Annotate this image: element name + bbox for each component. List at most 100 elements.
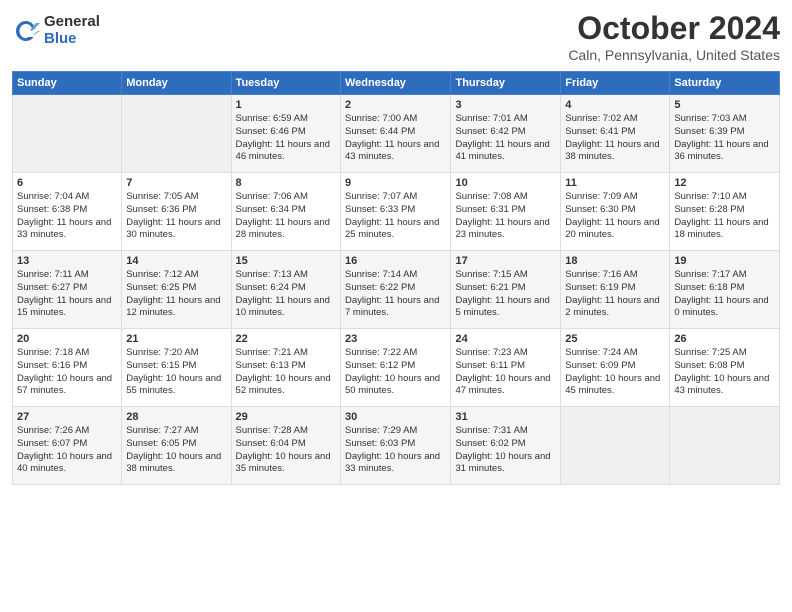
table-row: 5 Sunrise: 7:03 AM Sunset: 6:39 PM Daylig… bbox=[670, 95, 780, 173]
day-number: 13 bbox=[17, 255, 117, 267]
day-info: Sunrise: 7:27 AM Sunset: 6:05 PM Dayligh… bbox=[126, 425, 226, 476]
day-number: 8 bbox=[236, 177, 336, 189]
table-row bbox=[122, 95, 231, 173]
col-tuesday: Tuesday bbox=[231, 72, 340, 95]
day-number: 29 bbox=[236, 411, 336, 423]
table-row: 1Sunrise: 6:59 AM Sunset: 6:46 PM Daylig… bbox=[231, 95, 340, 173]
day-info: Sunrise: 7:26 AM Sunset: 6:07 PM Dayligh… bbox=[17, 425, 117, 476]
table-row: 9Sunrise: 7:07 AM Sunset: 6:33 PM Daylig… bbox=[341, 173, 451, 251]
day-number: 23 bbox=[345, 333, 446, 345]
table-row: 2 Sunrise: 7:00 AM Sunset: 6:44 PM Daylig… bbox=[341, 95, 451, 173]
main-title: October 2024 bbox=[568, 10, 780, 47]
table-row: 18 Sunrise: 7:16 AM Sunset: 6:19 PM Dayli… bbox=[561, 251, 670, 329]
day-number: 3 bbox=[455, 99, 556, 111]
day-number: 7 bbox=[126, 177, 226, 189]
day-number: 25 bbox=[565, 333, 665, 345]
col-friday: Friday bbox=[561, 72, 670, 95]
table-row bbox=[13, 95, 122, 173]
table-row: 14 Sunrise: 7:12 AM Sunset: 6:25 PM Dayli… bbox=[122, 251, 231, 329]
table-row: 19 Sunrise: 7:17 AM Sunset: 6:18 PM Dayli… bbox=[670, 251, 780, 329]
table-row: 25 Sunrise: 7:24 AM Sunset: 6:09 PM Dayli… bbox=[561, 329, 670, 407]
table-row: 26 Sunrise: 7:25 AM Sunset: 6:08 PM Dayli… bbox=[670, 329, 780, 407]
table-row: 23 Sunrise: 7:22 AM Sunset: 6:12 PM Dayli… bbox=[341, 329, 451, 407]
table-row: 12 Sunrise: 7:10 AM Sunset: 6:28 PM Dayli… bbox=[670, 173, 780, 251]
day-info: Sunrise: 7:18 AM Sunset: 6:16 PM Dayligh… bbox=[17, 347, 117, 398]
table-row bbox=[561, 407, 670, 485]
day-info: Sunrise: 7:28 AM Sunset: 6:04 PM Dayligh… bbox=[236, 425, 336, 476]
day-info: Sunrise: 7:00 AM Sunset: 6:44 PM Dayligh… bbox=[345, 113, 446, 164]
day-info: Sunrise: 7:04 AM Sunset: 6:38 PM Dayligh… bbox=[17, 191, 117, 242]
day-info: Sunrise: 7:05 AM Sunset: 6:36 PM Dayligh… bbox=[126, 191, 226, 242]
day-number: 27 bbox=[17, 411, 117, 423]
logo-icon bbox=[12, 17, 40, 45]
day-info: Sunrise: 7:31 AM Sunset: 6:02 PM Dayligh… bbox=[455, 425, 556, 476]
day-number: 15 bbox=[236, 255, 336, 267]
day-number: 14 bbox=[126, 255, 226, 267]
day-number: 2 bbox=[345, 99, 446, 111]
day-info: Sunrise: 7:10 AM Sunset: 6:28 PM Dayligh… bbox=[674, 191, 775, 242]
day-info: Sunrise: 7:16 AM Sunset: 6:19 PM Dayligh… bbox=[565, 269, 665, 320]
day-number: 28 bbox=[126, 411, 226, 423]
calendar-table: Sunday Monday Tuesday Wednesday Thursday… bbox=[12, 71, 780, 485]
day-info: Sunrise: 7:07 AM Sunset: 6:33 PM Dayligh… bbox=[345, 191, 446, 242]
table-row: 8 Sunrise: 7:06 AM Sunset: 6:34 PM Daylig… bbox=[231, 173, 340, 251]
day-info: Sunrise: 7:29 AM Sunset: 6:03 PM Dayligh… bbox=[345, 425, 446, 476]
day-info: Sunrise: 6:59 AM Sunset: 6:46 PM Dayligh… bbox=[236, 113, 336, 164]
table-row: 29 Sunrise: 7:28 AM Sunset: 6:04 PM Dayli… bbox=[231, 407, 340, 485]
table-row bbox=[670, 407, 780, 485]
day-info: Sunrise: 7:13 AM Sunset: 6:24 PM Dayligh… bbox=[236, 269, 336, 320]
table-row: 30 Sunrise: 7:29 AM Sunset: 6:03 PM Dayli… bbox=[341, 407, 451, 485]
day-number: 31 bbox=[455, 411, 556, 423]
day-number: 10 bbox=[455, 177, 556, 189]
logo: General Blue bbox=[12, 14, 100, 47]
day-info: Sunrise: 7:11 AM Sunset: 6:27 PM Dayligh… bbox=[17, 269, 117, 320]
day-number: 30 bbox=[345, 411, 446, 423]
col-sunday: Sunday bbox=[13, 72, 122, 95]
col-thursday: Thursday bbox=[451, 72, 561, 95]
day-info: Sunrise: 7:01 AM Sunset: 6:42 PM Dayligh… bbox=[455, 113, 556, 164]
day-info: Sunrise: 7:06 AM Sunset: 6:34 PM Dayligh… bbox=[236, 191, 336, 242]
table-row: 31 Sunrise: 7:31 AM Sunset: 6:02 PM Dayli… bbox=[451, 407, 561, 485]
day-info: Sunrise: 7:22 AM Sunset: 6:12 PM Dayligh… bbox=[345, 347, 446, 398]
table-row: 27 Sunrise: 7:26 AM Sunset: 6:07 PM Dayli… bbox=[13, 407, 122, 485]
table-row: 11Sunrise: 7:09 AM Sunset: 6:30 PM Dayli… bbox=[561, 173, 670, 251]
day-info: Sunrise: 7:17 AM Sunset: 6:18 PM Dayligh… bbox=[674, 269, 775, 320]
day-number: 22 bbox=[236, 333, 336, 345]
table-row: 6 Sunrise: 7:04 AM Sunset: 6:38 PM Daylig… bbox=[13, 173, 122, 251]
table-row: 13 Sunrise: 7:11 AM Sunset: 6:27 PM Dayli… bbox=[13, 251, 122, 329]
day-info: Sunrise: 7:02 AM Sunset: 6:41 PM Dayligh… bbox=[565, 113, 665, 164]
day-info: Sunrise: 7:25 AM Sunset: 6:08 PM Dayligh… bbox=[674, 347, 775, 398]
day-number: 4 bbox=[565, 99, 665, 111]
title-area: October 2024 Caln, Pennsylvania, United … bbox=[568, 10, 780, 63]
day-number: 19 bbox=[674, 255, 775, 267]
table-row: 10Sunrise: 7:08 AM Sunset: 6:31 PM Dayli… bbox=[451, 173, 561, 251]
page-header: General Blue October 2024 Caln, Pennsylv… bbox=[12, 10, 780, 63]
day-info: Sunrise: 7:03 AM Sunset: 6:39 PM Dayligh… bbox=[674, 113, 775, 164]
day-number: 21 bbox=[126, 333, 226, 345]
table-row: 17Sunrise: 7:15 AM Sunset: 6:21 PM Dayli… bbox=[451, 251, 561, 329]
table-row: 20Sunrise: 7:18 AM Sunset: 6:16 PM Dayli… bbox=[13, 329, 122, 407]
day-number: 12 bbox=[674, 177, 775, 189]
calendar-header-row: Sunday Monday Tuesday Wednesday Thursday… bbox=[13, 72, 780, 95]
day-info: Sunrise: 7:24 AM Sunset: 6:09 PM Dayligh… bbox=[565, 347, 665, 398]
table-row: 15 Sunrise: 7:13 AM Sunset: 6:24 PM Dayli… bbox=[231, 251, 340, 329]
day-number: 26 bbox=[674, 333, 775, 345]
logo-text: General Blue bbox=[44, 14, 100, 47]
table-row: 4 Sunrise: 7:02 AM Sunset: 6:41 PM Daylig… bbox=[561, 95, 670, 173]
day-info: Sunrise: 7:09 AM Sunset: 6:30 PM Dayligh… bbox=[565, 191, 665, 242]
day-info: Sunrise: 7:21 AM Sunset: 6:13 PM Dayligh… bbox=[236, 347, 336, 398]
table-row: 22 Sunrise: 7:21 AM Sunset: 6:13 PM Dayli… bbox=[231, 329, 340, 407]
day-info: Sunrise: 7:12 AM Sunset: 6:25 PM Dayligh… bbox=[126, 269, 226, 320]
day-number: 16 bbox=[345, 255, 446, 267]
day-number: 6 bbox=[17, 177, 117, 189]
day-number: 24 bbox=[455, 333, 556, 345]
table-row: 7 Sunrise: 7:05 AM Sunset: 6:36 PM Daylig… bbox=[122, 173, 231, 251]
day-info: Sunrise: 7:15 AM Sunset: 6:21 PM Dayligh… bbox=[455, 269, 556, 320]
table-row: 16Sunrise: 7:14 AM Sunset: 6:22 PM Dayli… bbox=[341, 251, 451, 329]
day-info: Sunrise: 7:23 AM Sunset: 6:11 PM Dayligh… bbox=[455, 347, 556, 398]
day-number: 18 bbox=[565, 255, 665, 267]
day-number: 5 bbox=[674, 99, 775, 111]
day-info: Sunrise: 7:20 AM Sunset: 6:15 PM Dayligh… bbox=[126, 347, 226, 398]
col-saturday: Saturday bbox=[670, 72, 780, 95]
table-row: 24 Sunrise: 7:23 AM Sunset: 6:11 PM Dayli… bbox=[451, 329, 561, 407]
